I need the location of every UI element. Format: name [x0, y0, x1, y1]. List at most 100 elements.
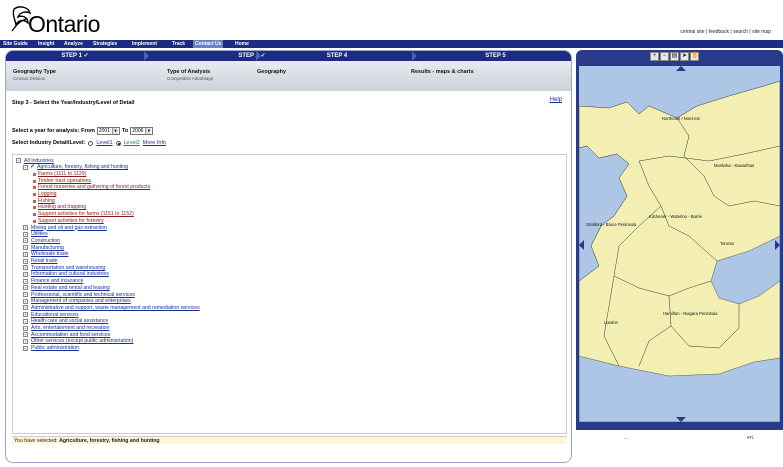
- summary-analysis-value: Competitive Advantage: [167, 76, 214, 81]
- tree-item-industry[interactable]: Manufacturing: [31, 245, 64, 251]
- level1-link[interactable]: Level1: [96, 140, 112, 146]
- tree-item-industry[interactable]: Retail trade: [31, 258, 58, 264]
- nav-track[interactable]: Track: [170, 40, 187, 48]
- pan-down-icon[interactable]: [676, 417, 686, 422]
- tree-subitem[interactable]: Timber tract operations: [38, 178, 91, 184]
- expand-toggle-icon[interactable]: +: [23, 265, 28, 271]
- expand-toggle-icon[interactable]: +: [23, 298, 28, 304]
- step-title: Step 3 - Select the Year/Industry/Level …: [12, 100, 135, 106]
- expand-toggle-icon[interactable]: +: [23, 231, 28, 237]
- selection-summary: Geography Type Census Division Type of A…: [6, 61, 571, 91]
- year-selection-row: Select a year for analysis: From 2001 ▼ T…: [12, 127, 154, 135]
- tree-subitem[interactable]: Farms (1111 to 1129): [38, 171, 86, 177]
- nav-insight[interactable]: Insight: [36, 40, 56, 48]
- region-map[interactable]: Northeast / Nord-est Muskoka - Kawarthas…: [579, 66, 780, 422]
- nav-analyze[interactable]: Analyze: [62, 40, 85, 48]
- nav-contact-us[interactable]: Contact Us: [193, 40, 224, 48]
- tree-subitem[interactable]: Forest nurseries and gathering of forest…: [38, 184, 150, 190]
- analysis-panel: STEP 1 ✓ STEP 2 ✓ STEP 4 STEP 5 Geograph…: [5, 50, 572, 463]
- expand-toggle-icon[interactable]: +: [23, 318, 28, 324]
- level2-radio[interactable]: [115, 140, 121, 146]
- more-info-link[interactable]: More Info: [143, 140, 166, 146]
- expand-toggle-icon[interactable]: +: [23, 305, 28, 311]
- year-to-label: To: [121, 128, 129, 134]
- identify-icon[interactable]: ➤: [680, 52, 689, 61]
- nav-home[interactable]: Home: [233, 40, 251, 48]
- pan-hand-icon[interactable]: ✋: [690, 52, 699, 61]
- map-label-northeast: Northeast / Nord-est: [662, 116, 700, 121]
- tree-subitem[interactable]: Support activities for farms (1151 to 11…: [38, 211, 134, 217]
- tree-item-industry[interactable]: Public administration: [31, 345, 79, 351]
- checkmark-icon: ✔: [30, 164, 36, 171]
- tree-item-industry[interactable]: Administrative and support, waste manage…: [31, 305, 200, 311]
- tree-item-industry[interactable]: Other services (except public administra…: [31, 338, 133, 344]
- expand-toggle-icon[interactable]: +: [23, 332, 28, 338]
- expand-toggle-icon[interactable]: +: [23, 251, 28, 257]
- nav-site-guide[interactable]: Site Guide: [1, 40, 30, 48]
- year-from-select[interactable]: 2001 ▼: [96, 127, 120, 135]
- bullet-icon: [33, 213, 36, 217]
- expand-toggle-icon[interactable]: +: [23, 285, 28, 291]
- year-to-select[interactable]: 2006 ▼: [130, 127, 154, 135]
- tree-item-industry[interactable]: Professional, scientific and technical s…: [31, 292, 135, 298]
- expand-toggle-icon[interactable]: +: [23, 258, 28, 264]
- pan-left-icon[interactable]: [579, 240, 584, 250]
- collapse-toggle-icon[interactable]: −: [23, 164, 28, 170]
- nav-implement[interactable]: Implement: [130, 40, 159, 48]
- help-link[interactable]: Help: [550, 97, 562, 103]
- bullet-icon: [33, 199, 36, 203]
- dropdown-arrow-icon: ▼: [145, 128, 152, 134]
- expand-toggle-icon[interactable]: +: [23, 278, 28, 284]
- top-utility-links[interactable]: central site | feedback | search | site …: [680, 29, 771, 35]
- tree-item-industry[interactable]: Accommodation and food services: [31, 332, 110, 338]
- tree-item-industry[interactable]: Utilities: [31, 231, 48, 237]
- pan-right-icon[interactable]: [775, 240, 780, 250]
- status-selection: Agriculture, forestry, fishing and hunti…: [59, 438, 160, 444]
- tree-item-industry[interactable]: Mining and oil and gas extraction: [31, 225, 107, 231]
- step-separator: [144, 51, 150, 61]
- tree-item-industry[interactable]: Management of companies and enterprises: [31, 298, 131, 304]
- bullet-icon: [33, 206, 36, 210]
- expand-toggle-icon[interactable]: +: [23, 338, 28, 344]
- tree-item-industry[interactable]: Finance and insurance: [31, 278, 84, 284]
- tree-subitem[interactable]: Fishing: [38, 198, 55, 204]
- tree-subitem[interactable]: Support activities for forestry: [38, 218, 104, 224]
- summary-geography-title: Geography: [257, 69, 287, 75]
- tree-item-industry[interactable]: Health care and social assistance: [31, 318, 108, 324]
- tree-item-agriculture[interactable]: Agriculture, forestry, fishing and hunti…: [37, 164, 128, 170]
- level2-link[interactable]: Level2: [124, 140, 140, 146]
- tree-item-industry[interactable]: Construction: [31, 238, 60, 244]
- step-5-tab[interactable]: STEP 5: [418, 51, 571, 61]
- tree-subitem[interactable]: Logging: [38, 191, 56, 197]
- expand-toggle-icon[interactable]: +: [23, 345, 28, 351]
- step-4-tab[interactable]: STEP 4: [262, 51, 412, 61]
- tree-root-all-industries[interactable]: All Industries: [24, 158, 54, 164]
- tree-item-industry[interactable]: Transportation and warehousing: [31, 265, 105, 271]
- tree-item-industry[interactable]: Real estate and rental and leasing: [31, 285, 110, 291]
- tree-subitem[interactable]: Hunting and trapping: [38, 204, 86, 210]
- tree-item-industry[interactable]: Arts, entertainment and recreation: [31, 325, 109, 331]
- tree-item-industry[interactable]: Information and cultural industries: [31, 271, 109, 277]
- pan-up-icon[interactable]: [676, 66, 686, 71]
- expand-toggle-icon[interactable]: +: [23, 292, 28, 297]
- tree-item-industry[interactable]: Educational services: [31, 312, 79, 318]
- expand-toggle-icon[interactable]: +: [23, 238, 28, 244]
- nav-strategies[interactable]: Strategies: [91, 40, 119, 48]
- print-icon[interactable]: ▤: [670, 52, 679, 61]
- summary-geo-type-value: Census Division: [13, 76, 46, 81]
- zoom-in-icon[interactable]: +: [650, 52, 659, 61]
- summary-analysis-type: Type of Analysis Competitive Advantage: [167, 69, 213, 81]
- level-label: Select Industry Detail/Level:: [12, 140, 86, 146]
- collapse-toggle-icon[interactable]: −: [16, 158, 21, 163]
- expand-toggle-icon[interactable]: +: [23, 312, 28, 318]
- expand-toggle-icon[interactable]: +: [23, 225, 28, 230]
- expand-toggle-icon[interactable]: +: [23, 325, 28, 331]
- zoom-out-icon[interactable]: −: [660, 52, 669, 61]
- expand-toggle-icon[interactable]: +: [23, 245, 28, 251]
- bullet-icon: [33, 172, 36, 176]
- expand-toggle-icon[interactable]: +: [23, 271, 28, 277]
- level1-radio[interactable]: [88, 140, 94, 146]
- map-label-hamilton: Hamilton - Niagara Peninsula: [663, 311, 718, 316]
- tree-item-industry[interactable]: Wholesale trade: [31, 251, 69, 257]
- step-1-tab[interactable]: STEP 1 ✓: [6, 51, 144, 61]
